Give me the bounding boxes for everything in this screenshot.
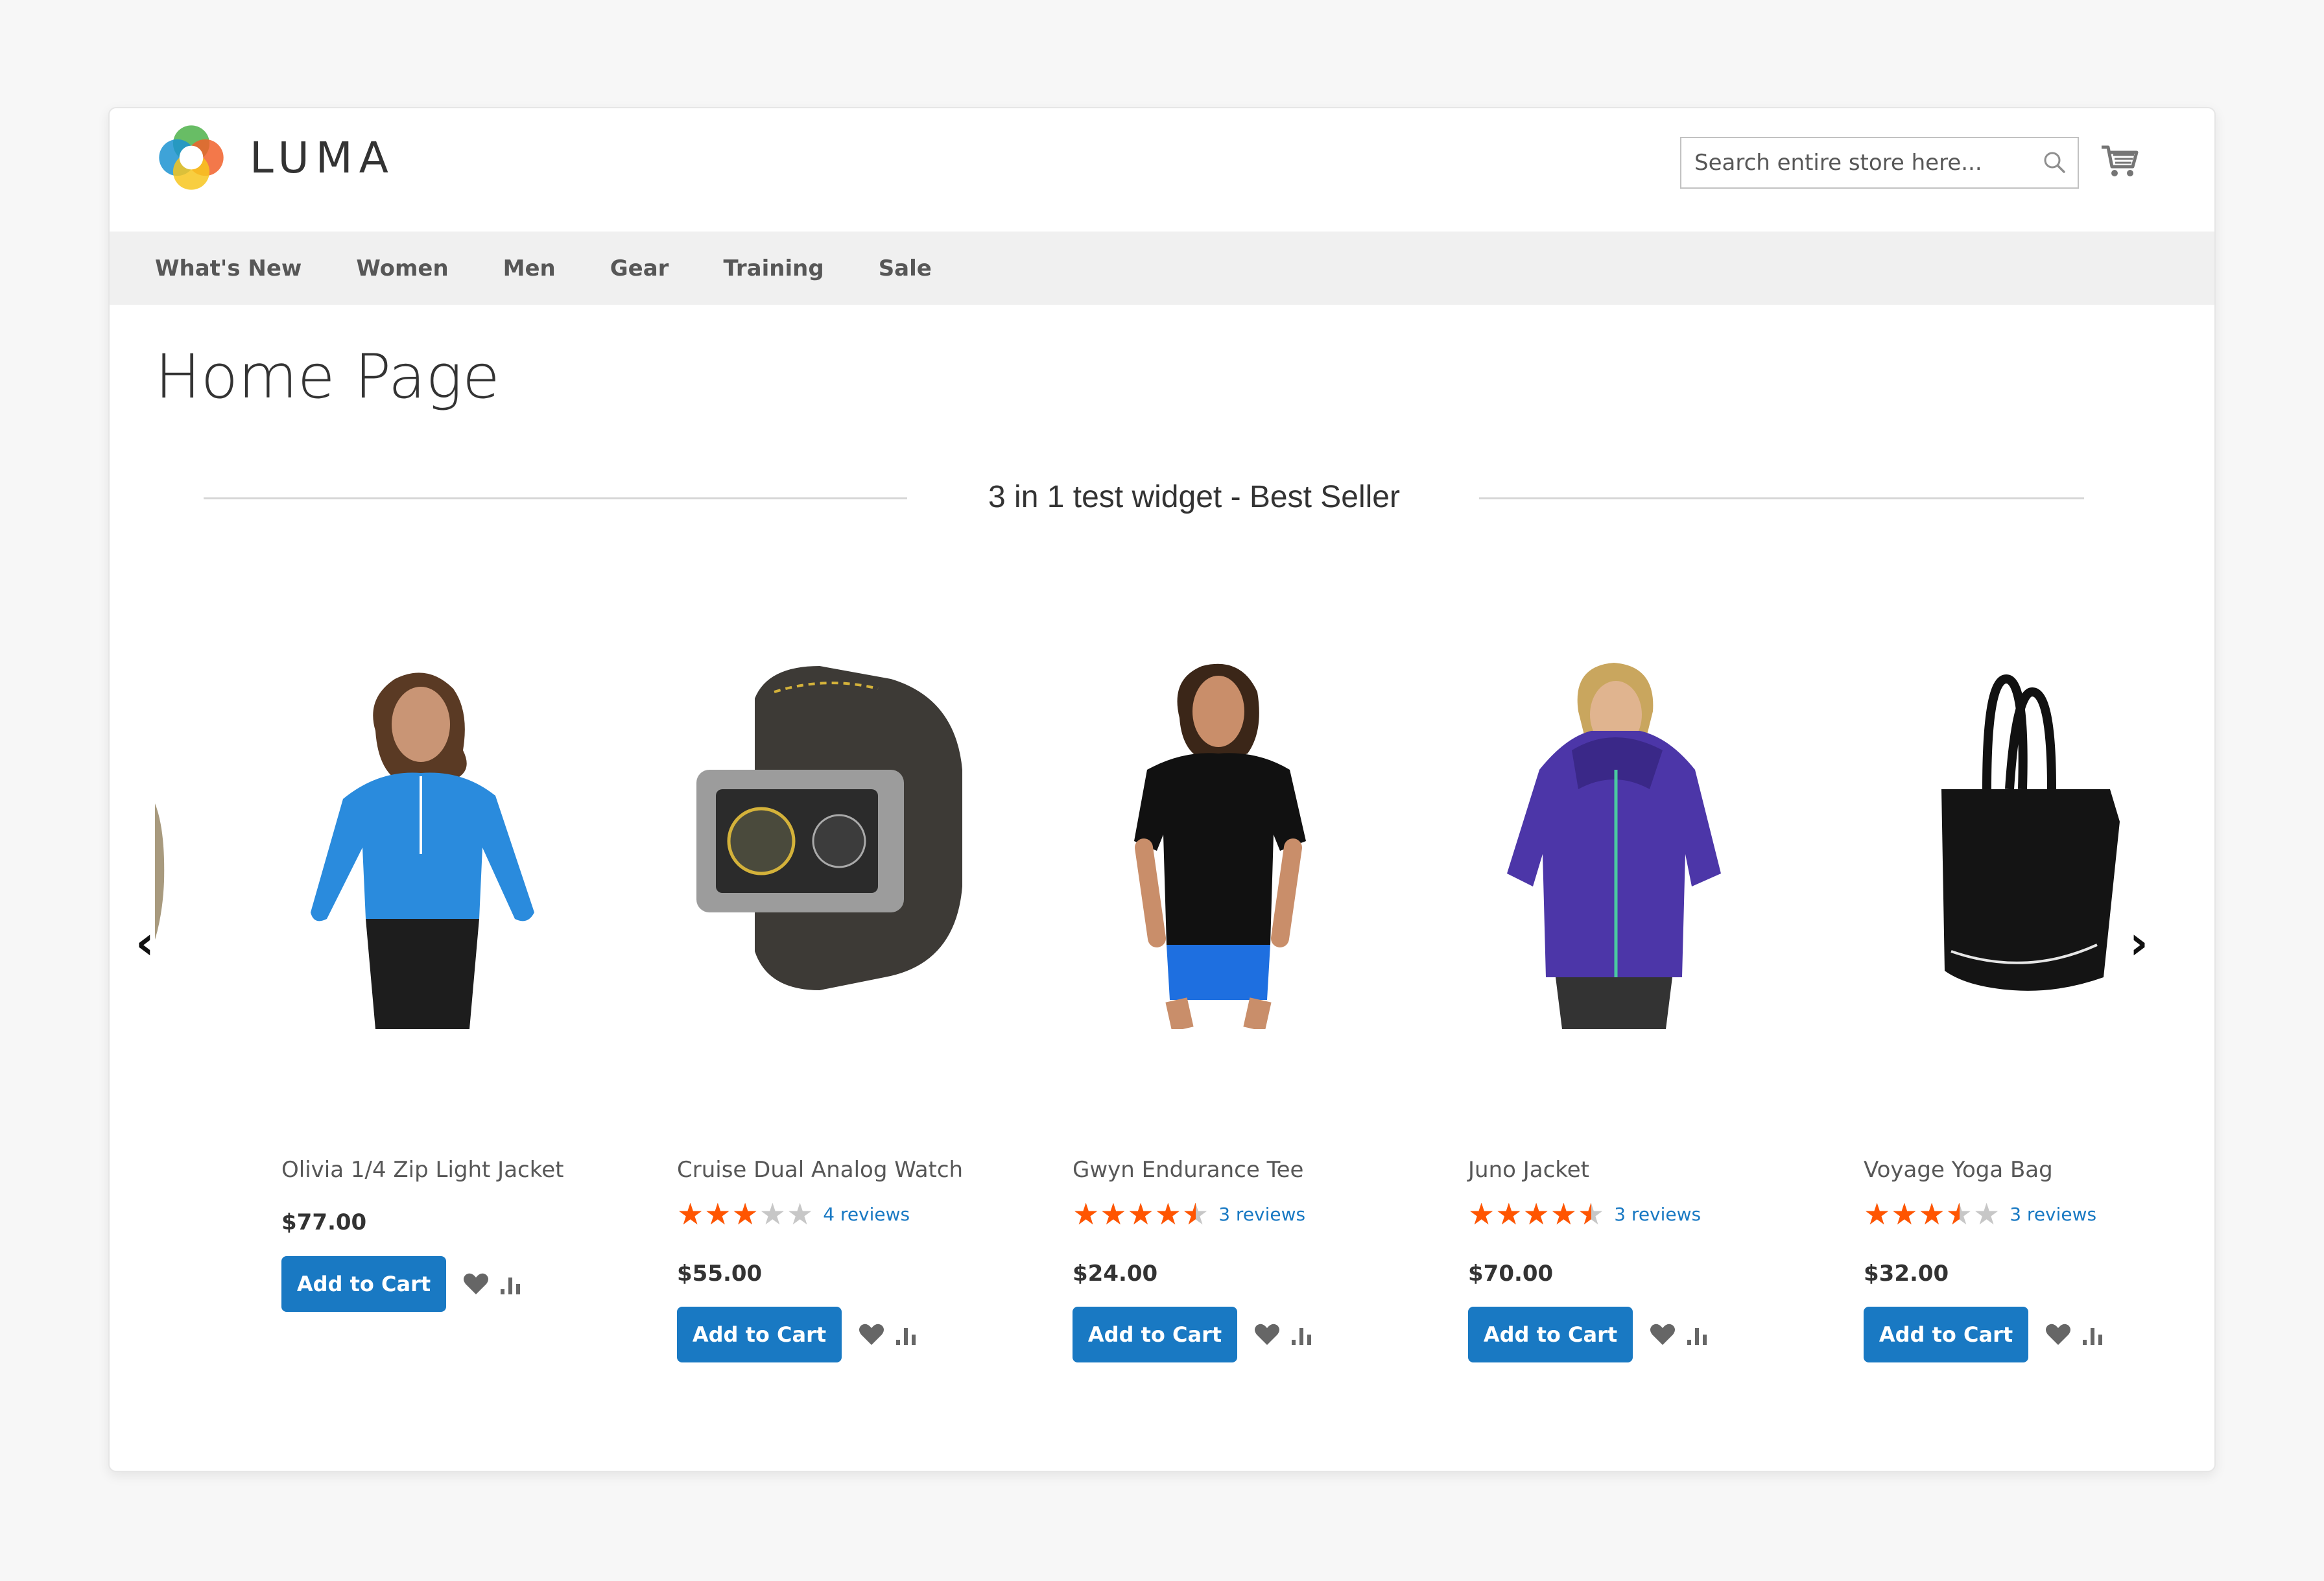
product-actions: Add to Cart [1073,1307,1318,1362]
product-name[interactable]: Juno Jacket [1468,1157,1589,1183]
product-card: Olivia 1/4 Zip Light Jacket $77.00 Add t… [281,640,670,1312]
product-rating: ★★★★★★★★★★ 3 reviews [1468,1199,1701,1229]
reviews-link[interactable]: 3 reviews [1218,1204,1305,1225]
add-to-cart-button[interactable]: Add to Cart [1073,1307,1237,1362]
add-to-cart-button[interactable]: Add to Cart [1864,1307,2028,1362]
reviews-link[interactable]: 3 reviews [2010,1204,2096,1225]
add-to-cart-button[interactable]: Add to Cart [677,1307,842,1362]
compare-bars-icon[interactable] [2080,1320,2109,1349]
product-image[interactable] [677,640,982,1029]
browser-page: LUMA What's New Women Men Gear Training … [108,107,2216,1472]
product-card: Voyage Yoga Bag ★★★★★★★★★★ 3 reviews $32… [1864,640,2214,1362]
compare-bars-icon[interactable] [498,1270,527,1298]
product-image[interactable] [281,640,586,1029]
heart-icon[interactable] [1253,1320,1281,1349]
heart-icon[interactable] [1648,1320,1677,1349]
add-to-cart-button[interactable]: Add to Cart [281,1256,446,1312]
rating-stars: ★★★★★★★★★★ [1864,1197,2001,1231]
nav-item-whats-new[interactable]: What's New [155,256,302,281]
product-rating: ★★★★★★★★★★ 3 reviews [1864,1199,2096,1229]
heart-icon[interactable] [462,1270,490,1298]
product-price: $70.00 [1468,1261,1554,1287]
product-rating: ★★★★★★★★★★ 3 reviews [1073,1199,1305,1229]
widget-title: 3 in 1 test widget - Best Seller [988,480,1400,514]
product-price: $24.00 [1073,1261,1158,1287]
brand-name: LUMA [250,132,395,183]
cart-icon[interactable] [2099,141,2140,182]
compare-bars-icon[interactable] [1685,1320,1713,1349]
nav-item-men[interactable]: Men [503,256,556,281]
store-logo[interactable]: LUMA [156,123,395,193]
partial-product-image [155,803,165,940]
page-title: Home Page [155,342,500,412]
divider [1479,497,2084,499]
product-card: Cruise Dual Analog Watch ★★★★★★★★★★ 4 re… [677,640,1066,1362]
product-price: $32.00 [1864,1261,1949,1287]
heart-icon[interactable] [857,1320,886,1349]
main-navigation: What's New Women Men Gear Training Sale [110,232,2214,305]
compare-bars-icon[interactable] [894,1320,922,1349]
search-icon[interactable] [2032,137,2078,189]
product-image[interactable] [1864,640,2168,1029]
rating-stars: ★★★★★★★★★★ [677,1197,814,1231]
add-to-cart-button[interactable]: Add to Cart [1468,1307,1633,1362]
rating-stars: ★★★★★★★★★★ [1073,1197,1210,1231]
product-name[interactable]: Cruise Dual Analog Watch [677,1157,963,1183]
product-actions: Add to Cart [281,1256,527,1312]
heart-icon[interactable] [2044,1320,2072,1349]
product-image[interactable] [1468,640,1773,1029]
product-actions: Add to Cart [1468,1307,1713,1362]
nav-item-women[interactable]: Women [356,256,448,281]
divider [204,497,907,499]
luma-logo-icon [159,125,224,190]
widget-header: 3 in 1 test widget - Best Seller [204,475,2084,520]
search-input[interactable] [1681,138,2032,187]
nav-item-sale[interactable]: Sale [879,256,932,281]
product-actions: Add to Cart [1864,1307,2109,1362]
product-name[interactable]: Voyage Yoga Bag [1864,1157,2053,1183]
search-box [1680,137,2079,189]
product-name[interactable]: Gwyn Endurance Tee [1073,1157,1303,1183]
product-actions: Add to Cart [677,1307,922,1362]
nav-item-training[interactable]: Training [723,256,824,281]
product-name[interactable]: Olivia 1/4 Zip Light Jacket [281,1157,563,1183]
product-price: $55.00 [677,1261,763,1287]
product-card: Juno Jacket ★★★★★★★★★★ 3 reviews $70.00 … [1468,640,1857,1362]
chevron-left-icon[interactable]: ‹ [136,920,154,966]
product-price: $77.00 [281,1209,367,1235]
site-header: LUMA [110,108,2214,232]
product-rating: ★★★★★★★★★★ 4 reviews [677,1199,910,1229]
rating-stars: ★★★★★★★★★★ [1468,1197,1606,1231]
reviews-link[interactable]: 3 reviews [1614,1204,1701,1225]
nav-item-gear[interactable]: Gear [610,256,669,281]
product-card: Gwyn Endurance Tee ★★★★★★★★★★ 3 reviews … [1073,640,1462,1362]
reviews-link[interactable]: 4 reviews [823,1204,910,1225]
product-image[interactable] [1073,640,1377,1032]
compare-bars-icon[interactable] [1289,1320,1318,1349]
